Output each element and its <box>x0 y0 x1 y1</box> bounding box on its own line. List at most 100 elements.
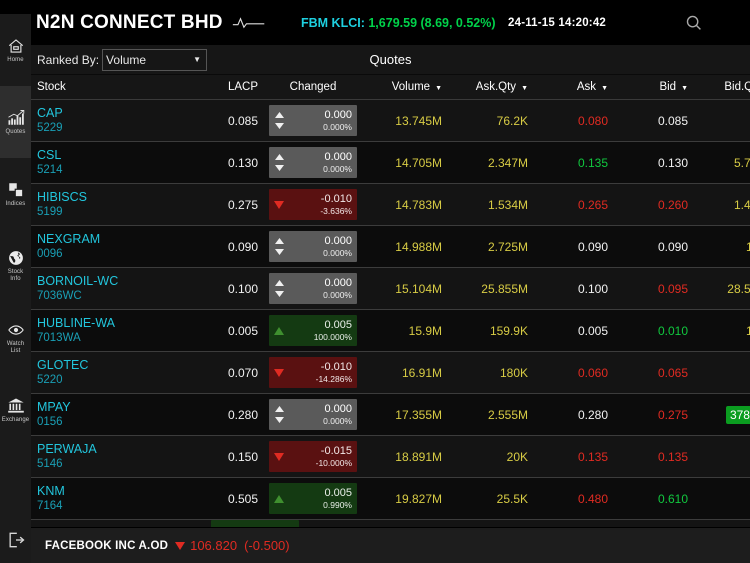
sidebar-item-stock-info[interactable]: Stock Info <box>0 230 31 302</box>
cell-ask-qty: 76.2K <box>448 114 534 128</box>
cell-volume: 17.355M <box>362 408 448 422</box>
cell-volume: 19.827M <box>362 492 448 506</box>
chart-bars-icon <box>7 109 25 127</box>
triangle-up-icon <box>273 494 285 503</box>
ask-qty-value: 25.5K <box>496 491 528 506</box>
stock-name: BORNOIL-WC <box>37 273 119 288</box>
sidebar-item-label: Quotes <box>5 128 26 135</box>
stock-name: NEXGRAM <box>37 231 101 246</box>
app-brand-title: N2N CONNECT BHD <box>36 11 223 33</box>
volume-value: 13.745M <box>395 113 442 128</box>
ask-value: 0.080 <box>577 113 608 128</box>
cell-bid-qty: 3K <box>694 450 750 464</box>
ranked-by-select[interactable]: Volume ▼ <box>102 48 208 71</box>
changed-absolute: 0.000 <box>324 234 352 247</box>
column-header-label: Changed <box>289 81 337 93</box>
quotes-toolbar: Ranked By: Volume ▼ Quotes <box>31 45 750 75</box>
sidebar-item-indices[interactable]: Indices <box>0 158 31 230</box>
stock-identity: MPAY 0156 <box>37 400 71 430</box>
sidebar-item-watch-list[interactable]: Watch List <box>0 302 31 374</box>
triangle-down-icon <box>273 200 285 209</box>
table-row[interactable]: NEXGRAM 0096 0.090 0.000 0.000% 14.988M 2.725M… <box>31 226 750 268</box>
up-down-arrows-icon <box>273 280 285 297</box>
column-header-label: Stock <box>37 81 66 93</box>
sidebar-item-label: Home <box>7 56 24 63</box>
cell-ask-qty: 1.534M <box>448 198 534 212</box>
changed-values: 0.000 0.000% <box>285 235 352 259</box>
column-header-label: Ask <box>576 81 597 93</box>
cell-stock: MPAY 0156 <box>31 400 206 430</box>
cell-changed: 0.000 0.000% <box>264 147 362 178</box>
column-header-label: LACP <box>227 81 258 93</box>
column-header-lacp: LACP <box>206 81 264 93</box>
cell-volume: 14.783M <box>362 198 448 212</box>
table-row[interactable]: CAP 5229 0.085 0.000 0.000% 13.745M 76.2K 0.080… <box>31 100 750 142</box>
table-row[interactable]: HUBLINE-WA 7013WA 0.005 0.005 100.000% 15.9M 1… <box>31 310 750 352</box>
table-row[interactable]: GLOTEC 5220 0.070 -0.010 -14.286% 16.91M 180K 0… <box>31 352 750 394</box>
cell-bid-qty: 72K <box>694 366 750 380</box>
cell-ask-qty: 159.9K <box>448 324 534 338</box>
ask-value: 0.005 <box>577 323 608 338</box>
chevron-down-icon: ▼ <box>193 55 202 64</box>
column-header-vol[interactable]: Volume ▼ <box>362 81 448 93</box>
logout-icon[interactable] <box>0 517 31 563</box>
changed-values: 0.005 100.000% <box>285 319 352 343</box>
stock-identity: HIBISCS 5199 <box>37 190 87 220</box>
sidebar-items: Home Quotes Indices Stock Info Watch List Exc… <box>0 14 31 446</box>
cell-lacp: 0.130 <box>206 156 264 170</box>
stock-code: 7036WC <box>37 289 82 302</box>
table-row[interactable]: BORNOIL-WC 7036WC 0.100 0.000 0.000% 15.104M 2… <box>31 268 750 310</box>
ticker-name: FACEBOOK INC A.OD <box>45 539 169 552</box>
lacp-value: 0.505 <box>227 491 258 506</box>
cell-lacp: 0.090 <box>206 240 264 254</box>
cell-lacp: 0.150 <box>206 450 264 464</box>
cell-ask: 0.080 <box>534 114 614 128</box>
ask-qty-value: 1.534M <box>487 197 528 212</box>
bid-value: 0.010 <box>657 323 688 338</box>
cell-ask-qty: 25.5K <box>448 492 534 506</box>
table-row[interactable]: PERWAJA 5146 0.150 -0.015 -10.000% 18.891M 20K… <box>31 436 750 478</box>
search-icon[interactable] <box>683 12 705 34</box>
changed-percent: 0.000% <box>323 247 352 258</box>
ask-value: 0.135 <box>577 155 608 170</box>
cell-ask-qty: 180K <box>448 366 534 380</box>
sidebar-item-exchange[interactable]: Exchange <box>0 374 31 446</box>
table-row[interactable]: KNM 7164 0.505 0.005 0.990% 19.827M 25.5K 0.480… <box>31 478 750 520</box>
ranked-by-label: Ranked By: <box>37 52 100 67</box>
table-row[interactable]: HIBISCS 5199 0.275 -0.010 -3.636% 14.783M 1.53… <box>31 184 750 226</box>
cell-changed: 0.000 0.000% <box>264 399 362 430</box>
column-header-label: Ask.Qty <box>475 81 517 93</box>
cell-ask-qty: 2.555M <box>448 408 534 422</box>
quotes-table-body[interactable]: CAP 5229 0.085 0.000 0.000% 13.745M 76.2K 0.080… <box>31 100 750 527</box>
ask-value: 0.480 <box>577 491 608 506</box>
cell-ask-qty: 20K <box>448 450 534 464</box>
sidebar-item-quotes[interactable]: Quotes <box>0 86 31 158</box>
home-icon <box>7 37 25 55</box>
volume-value: 18.891M <box>395 449 442 464</box>
lacp-value: 0.085 <box>227 113 258 128</box>
column-header-bidq[interactable]: Bid.Qty▼ <box>694 81 750 93</box>
changed-indicator: 0.005 0.990% <box>269 483 357 514</box>
column-header-askq[interactable]: Ask.Qty ▼ <box>448 81 534 93</box>
cell-volume: 14.988M <box>362 240 448 254</box>
changed-percent: 0.000% <box>323 163 352 174</box>
table-row[interactable]: MPAY 0156 0.280 0.000 0.000% 17.355M 2.555M 0.2… <box>31 394 750 436</box>
table-row-partial[interactable] <box>31 520 750 527</box>
volume-value: 15.104M <box>395 281 442 296</box>
bid-value: 0.275 <box>657 407 688 422</box>
ranked-by-value: Volume <box>106 52 147 67</box>
changed-absolute: 0.000 <box>324 108 352 121</box>
cell-ask: 0.480 <box>534 492 614 506</box>
cell-lacp: 0.085 <box>206 114 264 128</box>
table-row[interactable]: CSL 5214 0.130 0.000 0.000% 14.705M 2.347M 0.13… <box>31 142 750 184</box>
cell-bid: 0.090 <box>614 240 694 254</box>
sidebar-item-home[interactable]: Home <box>0 14 31 86</box>
sort-chevron-down-icon: ▼ <box>435 84 442 92</box>
column-header-bid[interactable]: Bid ▼ <box>614 81 694 93</box>
column-header-ask[interactable]: Ask ▼ <box>534 81 614 93</box>
datetime-display: 24-11-15 14:20:42 <box>508 16 607 29</box>
cell-bid: 0.260 <box>614 198 694 212</box>
ask-qty-value: 25.855M <box>481 281 528 296</box>
cell-bid-qty: 1.441M <box>694 198 750 212</box>
bottom-ticker[interactable]: FACEBOOK INC A.OD 106.820 (-0.500) <box>31 527 750 563</box>
